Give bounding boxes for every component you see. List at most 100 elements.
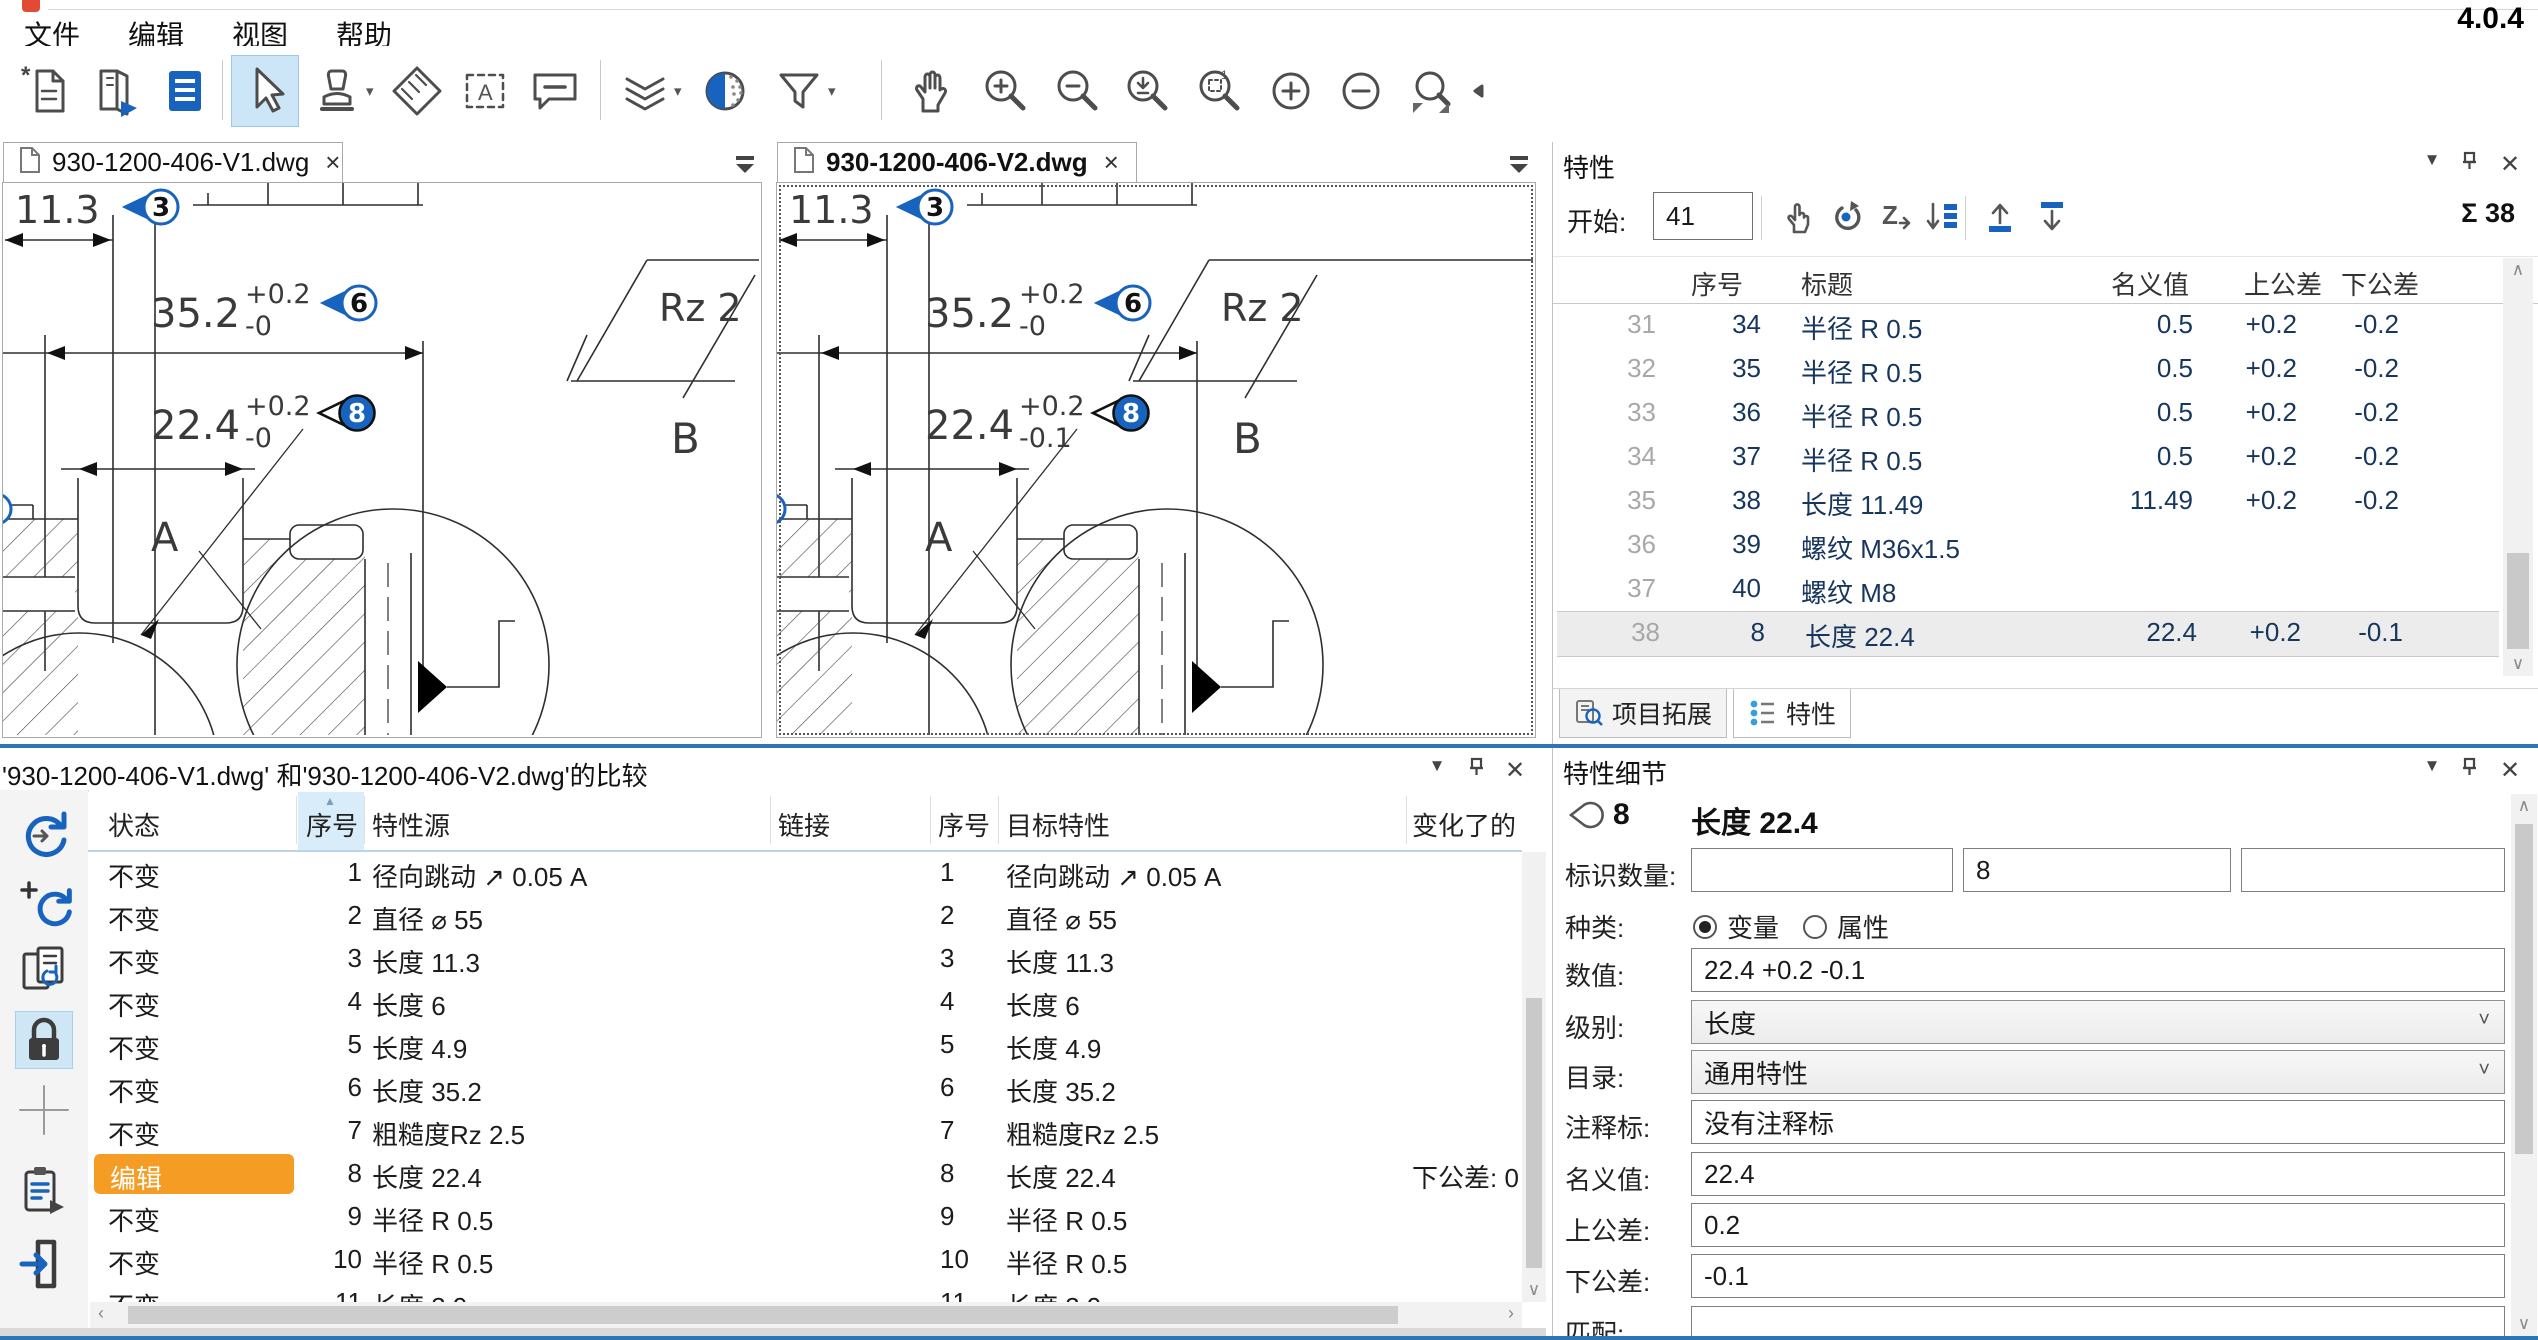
col-lower[interactable]: 下公差 — [2341, 265, 2419, 302]
properties-scrollbar[interactable]: ∧ ∨ — [2503, 258, 2533, 676]
comparison-row-4[interactable]: 不变4长度 64长度 6 — [88, 981, 1522, 1024]
comparison-row-8[interactable]: 编辑8长度 22.48长度 22.4下公差: 0 — [88, 1153, 1522, 1196]
radio-属性[interactable]: 属性 — [1803, 908, 1889, 945]
tab-overflow-icon[interactable] — [732, 150, 758, 176]
id-qty-input-1[interactable]: 8 — [1963, 848, 2231, 892]
col-changed[interactable]: 变化了的 — [1412, 806, 1516, 843]
clipboard-export-icon[interactable] — [16, 1162, 72, 1218]
sort-down-icon[interactable] — [2029, 194, 2075, 240]
details-scrollbar[interactable]: ∧ ∨ — [2511, 794, 2537, 1336]
comparison-row-5[interactable]: 不变5长度 4.95长度 4.9 — [88, 1024, 1522, 1067]
col-upper[interactable]: 上公差 — [2244, 265, 2322, 302]
zoom-window-icon[interactable]: 1 — [1186, 56, 1252, 126]
zoom-extents-icon[interactable] — [1114, 56, 1180, 126]
comparison-vscrollbar[interactable]: ∨ — [1522, 852, 1546, 1302]
comparison-row-9[interactable]: 不变9半径 R 0.59半径 R 0.5 — [88, 1196, 1522, 1239]
contrast-icon[interactable] — [694, 56, 760, 126]
comparison-row-10[interactable]: 不变10半径 R 0.510半径 R 0.5 — [88, 1239, 1522, 1282]
filter-funnel-icon[interactable] — [766, 56, 832, 126]
close-icon[interactable]: ✕ — [1500, 756, 1530, 784]
layers-dropdown-icon[interactable]: ▾ — [674, 82, 682, 100]
input-field[interactable]: 22.4 — [1691, 1152, 2505, 1196]
properties-row-39[interactable]: 3639螺纹 M36x1.5 — [1553, 523, 2538, 567]
collapse-arrow-icon[interactable] — [1468, 56, 1490, 126]
col-status[interactable]: 状态 — [108, 806, 160, 843]
input-field[interactable]: 22.4 +0.2 -0.1 — [1691, 948, 2505, 992]
input-field[interactable]: -0.1 — [1691, 1254, 2505, 1298]
input-field[interactable]: 没有注释标 — [1691, 1100, 2505, 1144]
input-field[interactable] — [1691, 1306, 2505, 1336]
col-source[interactable]: 特性源 — [372, 806, 450, 843]
col-title[interactable]: 标题 — [1801, 265, 1853, 302]
pin-icon[interactable] — [2455, 756, 2485, 784]
select-field[interactable]: 长度˅ — [1691, 1000, 2505, 1044]
plus-circle-icon[interactable] — [1258, 56, 1324, 126]
properties-row-40[interactable]: 3740螺纹 M8 — [1553, 567, 2538, 611]
tab-close-icon[interactable]: × — [1104, 147, 1119, 178]
col-src-seq[interactable]: 序号 — [306, 806, 358, 843]
properties-row-8[interactable]: 388长度 22.422.4+0.2-0.1 — [1557, 611, 2499, 657]
close-icon[interactable]: ✕ — [2495, 150, 2525, 178]
bottom-tab-project[interactable]: 项目拓展 — [1559, 689, 1727, 738]
comparison-row-6[interactable]: 不变6长度 35.26长度 35.2 — [88, 1067, 1522, 1110]
input-field[interactable]: 0.2 — [1691, 1203, 2505, 1247]
tab-overflow-icon[interactable] — [1506, 150, 1532, 176]
comparison-row-2[interactable]: 不变2直径 ⌀ 552直径 ⌀ 55 — [88, 895, 1522, 938]
zoom-in-icon[interactable] — [972, 56, 1038, 126]
tab-close-icon[interactable]: × — [325, 147, 340, 178]
zoom-out-icon[interactable] — [1044, 56, 1110, 126]
col-link[interactable]: 链接 — [778, 806, 830, 843]
col-tgt-seq[interactable]: 序号 — [938, 806, 990, 843]
export-exit-icon[interactable] — [16, 1236, 72, 1292]
bottom-tab-properties[interactable]: 特性 — [1733, 689, 1851, 738]
properties-row-37[interactable]: 3437半径 R 0.50.5+0.2-0.2 — [1553, 435, 2538, 479]
drawing-canvas-v1[interactable]: 11.335.2+0.2-022.4+0.2-0ARz 2B368 — [2, 182, 762, 738]
tag-icon[interactable] — [384, 56, 450, 126]
collapse-icon[interactable]: ▼ — [1422, 756, 1452, 784]
filter-funnel-dropdown-icon[interactable]: ▾ — [828, 82, 836, 100]
comparison-hscrollbar[interactable]: ‹ › — [90, 1302, 1522, 1328]
radio-变量[interactable]: 变量 — [1693, 908, 1779, 945]
pin-icon[interactable] — [2455, 150, 2485, 178]
collapse-icon[interactable]: ▼ — [2417, 756, 2447, 784]
col-target[interactable]: 目标特性 — [1006, 806, 1110, 843]
hand-pointer-icon[interactable] — [1775, 194, 1821, 240]
col-nominal[interactable]: 名义值 — [2111, 265, 2189, 302]
open-doc-icon[interactable] — [82, 56, 148, 126]
close-icon[interactable]: ✕ — [2495, 756, 2525, 784]
select-field[interactable]: 通用特性˅ — [1691, 1050, 2505, 1094]
comment-icon[interactable] — [522, 56, 588, 126]
rotate-ccw-icon[interactable] — [1823, 194, 1869, 240]
zoom-selection-icon[interactable] — [1398, 56, 1464, 126]
lock-icon[interactable] — [16, 1012, 72, 1068]
sync-compare-icon[interactable] — [16, 806, 72, 862]
pan-hand-icon[interactable] — [900, 56, 966, 126]
pin-icon[interactable] — [1462, 756, 1492, 784]
select-cursor-icon[interactable] — [232, 56, 298, 126]
minus-circle-icon[interactable] — [1328, 56, 1394, 126]
collapse-icon[interactable]: ▼ — [2417, 150, 2447, 178]
tab-930-1200-406-v2[interactable]: 930-1200-406-V2.dwg × — [777, 142, 1137, 182]
stamp-balloon-dropdown-icon[interactable]: ▾ — [366, 82, 374, 100]
layers-icon[interactable] — [612, 56, 678, 126]
copy-results-icon[interactable] — [16, 942, 72, 998]
marquee-select-icon[interactable]: A — [452, 56, 518, 126]
comparison-row-3[interactable]: 不变3长度 11.33长度 11.3 — [88, 938, 1522, 981]
save-icon[interactable] — [152, 56, 218, 126]
properties-row-36[interactable]: 3336半径 R 0.50.5+0.2-0.2 — [1553, 391, 2538, 435]
new-doc-icon[interactable]: * — [14, 56, 80, 126]
properties-row-34[interactable]: 3134半径 R 0.50.5+0.2-0.2 — [1553, 303, 2538, 347]
id-qty-input-2[interactable] — [2241, 848, 2505, 892]
stamp-balloon-icon[interactable] — [304, 56, 370, 126]
crosshair-icon[interactable] — [16, 1082, 72, 1138]
sort-up-icon[interactable] — [1977, 194, 2023, 240]
sort-list-icon[interactable] — [1919, 194, 1965, 240]
tab-930-1200-406-v1[interactable]: 930-1200-406-V1.dwg × — [3, 142, 343, 182]
comparison-row-1[interactable]: 不变1径向跳动 ↗ 0.05 A1径向跳动 ↗ 0.05 A — [88, 852, 1522, 895]
properties-row-35[interactable]: 3235半径 R 0.50.5+0.2-0.2 — [1553, 347, 2538, 391]
id-qty-input-0[interactable] — [1691, 848, 1953, 892]
comparison-row-7[interactable]: 不变7粗糙度Rz 2.57粗糙度Rz 2.5 — [88, 1110, 1522, 1153]
start-number-input[interactable]: 41 — [1653, 192, 1753, 240]
properties-row-38[interactable]: 3538长度 11.4911.49+0.2-0.2 — [1553, 479, 2538, 523]
col-seq[interactable]: 序号 — [1691, 265, 1743, 302]
